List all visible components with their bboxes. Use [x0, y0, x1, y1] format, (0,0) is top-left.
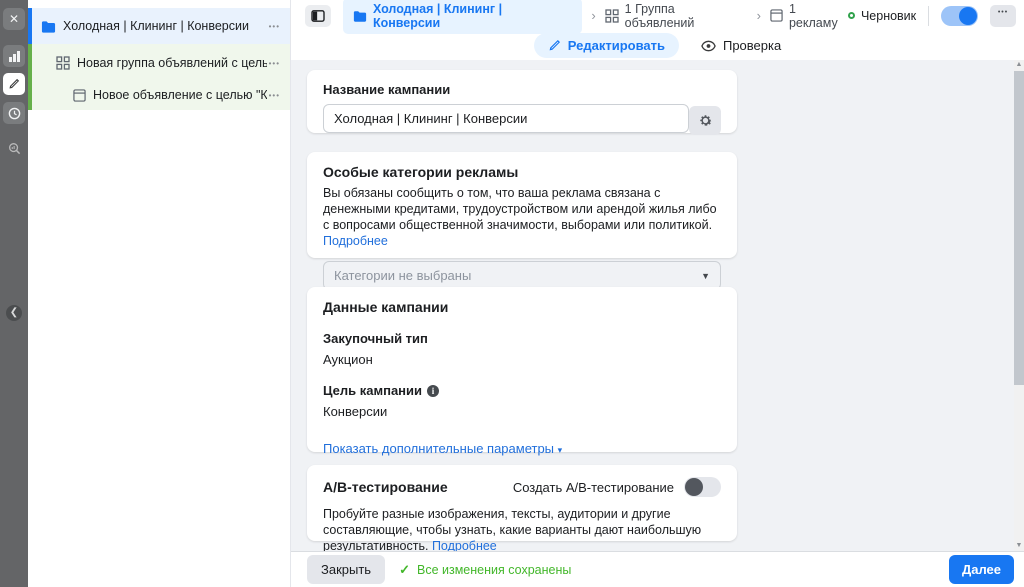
ab-test-more-link[interactable]: Подробнее — [432, 539, 497, 551]
saved-status-label: Все изменения сохранены — [417, 563, 571, 577]
toggle-sidebar-button[interactable] — [305, 5, 331, 27]
history-clock-icon[interactable] — [3, 102, 25, 124]
adset-grid-icon — [605, 9, 619, 23]
ad-menu-icon[interactable]: ••• — [267, 91, 282, 100]
buying-type-value: Аукцион — [323, 352, 721, 367]
next-button[interactable]: Далее — [949, 555, 1014, 584]
sidebar-item-adset[interactable]: Новая группа объявлений с целью "... ••• — [32, 50, 290, 76]
breadcrumb-ad[interactable]: 1 рекламу — [770, 2, 848, 30]
breadcrumb-campaign-label: Холодная | Клининг | Конверсии — [373, 2, 572, 30]
settings-gear-button[interactable] — [689, 106, 721, 135]
categories-select-placeholder: Категории не выбраны — [334, 268, 471, 283]
adset-label: Новая группа объявлений с целью "... — [77, 56, 267, 70]
footer-bar: Закрыть ✓ Все изменения сохранены Далее — [291, 551, 1024, 587]
folder-icon — [41, 20, 56, 33]
close-icon[interactable]: ✕ — [3, 8, 25, 30]
ab-test-text: Пробуйте разные изображения, тексты, ауд… — [323, 507, 701, 551]
adset-menu-icon[interactable]: ••• — [267, 59, 282, 68]
breadcrumb-adset[interactable]: 1 Группа объявлений — [605, 2, 748, 30]
saved-status: ✓ Все изменения сохранены — [399, 562, 571, 578]
draft-status-label: Черновик — [861, 9, 916, 23]
divider — [928, 6, 929, 26]
eye-icon — [701, 40, 716, 52]
campaign-menu-icon[interactable]: ••• — [267, 22, 282, 31]
buying-type-label: Закупочный тип — [323, 331, 721, 346]
breadcrumb-ad-label: 1 рекламу — [789, 2, 848, 30]
breadcrumb: Холодная | Клининг | Конверсии › 1 Групп… — [291, 0, 1024, 31]
campaign-name-label: Название кампании — [323, 82, 721, 97]
campaign-label: Холодная | Клининг | Конверсии — [63, 19, 267, 33]
header-tabs: Редактировать Проверка — [291, 31, 1024, 60]
ab-test-title: A/B-тестирование — [323, 479, 448, 495]
more-options-button[interactable]: ••• — [990, 5, 1016, 27]
chevron-down-icon: ▾ — [558, 445, 563, 455]
campaign-name-input[interactable] — [323, 104, 689, 133]
breadcrumb-separator: › — [757, 8, 761, 23]
ab-test-toggle[interactable] — [684, 477, 721, 497]
breadcrumb-adset-label: 1 Группа объявлений — [625, 2, 748, 30]
special-categories-description: Вы обязаны сообщить о том, что ваша рекл… — [323, 185, 721, 249]
campaign-tree-sidebar: Холодная | Клининг | Конверсии ••• Новая… — [28, 0, 291, 587]
ad-frame-icon — [770, 9, 783, 22]
breadcrumb-campaign[interactable]: Холодная | Клининг | Конверсии — [343, 0, 582, 34]
close-button[interactable]: Закрыть — [307, 555, 385, 584]
breadcrumb-separator: › — [591, 8, 595, 23]
main-panel: Холодная | Клининг | Конверсии › 1 Групп… — [291, 0, 1024, 587]
folder-icon — [353, 10, 367, 22]
special-categories-title: Особые категории рекламы — [323, 164, 721, 180]
check-icon: ✓ — [399, 562, 410, 578]
tab-edit-label: Редактировать — [568, 38, 665, 53]
collapse-sidebar-icon[interactable]: ❮ — [6, 305, 22, 321]
scroll-down-icon[interactable]: ▼ — [1014, 541, 1024, 551]
ad-frame-icon — [73, 89, 86, 102]
campaign-details-card: Данные кампании Закупочный тип Аукцион Ц… — [307, 287, 737, 452]
header: Холодная | Клининг | Конверсии › 1 Групп… — [291, 0, 1024, 60]
special-categories-more-link[interactable]: Подробнее — [323, 234, 388, 248]
categories-select[interactable]: Категории не выбраны ▼ — [323, 261, 721, 290]
ab-test-toggle-label: Создать A/B-тестирование — [513, 480, 674, 495]
campaign-name-card: Название кампании — [307, 70, 737, 133]
objective-label: Цель кампании i — [323, 383, 721, 398]
ab-test-card: A/B-тестирование Создать A/B-тестировани… — [307, 465, 737, 541]
campaign-details-title: Данные кампании — [323, 299, 721, 315]
content-scrollbar: ▲ ▼ — [1014, 60, 1024, 551]
chevron-down-icon: ▼ — [701, 271, 710, 281]
campaign-on-toggle[interactable] — [941, 6, 978, 26]
objective-value: Конверсии — [323, 404, 721, 419]
special-categories-card: Особые категории рекламы Вы обязаны сооб… — [307, 152, 737, 258]
scroll-up-icon[interactable]: ▲ — [1014, 60, 1024, 70]
scrollbar-thumb[interactable] — [1014, 71, 1024, 385]
pencil-icon — [548, 39, 561, 52]
tab-review[interactable]: Проверка — [701, 38, 781, 53]
zoom-chart-icon[interactable] — [3, 137, 25, 159]
sidebar-item-campaign[interactable]: Холодная | Клининг | Конверсии ••• — [28, 8, 290, 44]
draft-status: Черновик — [848, 9, 916, 23]
sidebar-item-ad[interactable]: Новое объявление с целью "Кон... ••• — [32, 82, 290, 108]
content-area: Название кампании Особые категории рекла… — [291, 60, 1024, 551]
adset-grid-icon — [56, 56, 70, 70]
draft-status-dot-icon — [848, 12, 855, 19]
bar-chart-icon[interactable] — [3, 45, 25, 67]
adset-group-block: Новая группа объявлений с целью "... •••… — [28, 44, 290, 110]
left-toolbar: ✕ ❮ — [0, 0, 28, 587]
edit-pencil-icon[interactable] — [3, 73, 25, 95]
tab-review-label: Проверка — [723, 38, 781, 53]
special-categories-text: Вы обязаны сообщить о том, что ваша рекл… — [323, 186, 717, 232]
show-more-params-link[interactable]: Показать дополнительные параметры ▾ — [323, 441, 562, 456]
ads-manager-edit-screen: ✕ ❮ Холодная | Клининг | Конверсии ••• — [0, 0, 1024, 587]
info-icon[interactable]: i — [427, 385, 439, 397]
ab-test-description: Пробуйте разные изображения, тексты, ауд… — [323, 506, 721, 551]
tab-edit[interactable]: Редактировать — [534, 33, 679, 58]
ad-label: Новое объявление с целью "Кон... — [93, 88, 267, 102]
